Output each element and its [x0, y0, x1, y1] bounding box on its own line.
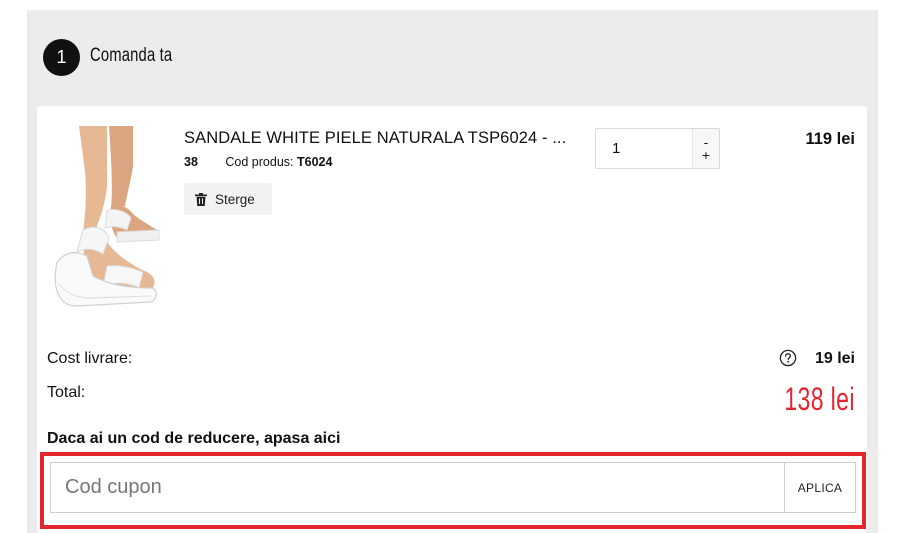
apply-coupon-button[interactable]: APLICA [784, 462, 856, 513]
question-circle-icon[interactable] [779, 349, 797, 367]
section-title: Comanda ta [90, 45, 173, 66]
product-size: 38 [184, 155, 198, 169]
quantity-controls: - + [692, 129, 719, 168]
product-image[interactable] [47, 126, 169, 311]
total-value: 138 lei [784, 381, 855, 417]
shipping-cost-value: 19 lei [814, 350, 855, 367]
shipping-cost-label: Cost livrare: [47, 350, 133, 367]
coupon-code-input[interactable] [50, 462, 785, 513]
delete-item-label: Sterge [215, 191, 255, 207]
quantity-input[interactable] [596, 129, 692, 168]
coupon-toggle-link[interactable]: Daca ai un cod de reducere, apasa aici [47, 430, 340, 448]
product-meta: 38 Cod produs: T6024 [184, 155, 332, 169]
total-label: Total: [47, 384, 86, 401]
step-number-badge: 1 [43, 39, 80, 76]
trash-icon [195, 192, 207, 206]
delete-item-button[interactable]: Sterge [184, 183, 272, 215]
step-number: 1 [56, 47, 67, 67]
product-code-label: Cod produs: [225, 155, 294, 169]
quantity-stepper: - + [595, 128, 720, 169]
quantity-increase-button[interactable]: + [702, 148, 710, 162]
product-code: T6024 [296, 155, 333, 169]
product-name[interactable]: SANDALE WHITE PIELE NATURALA TSP6024 - .… [184, 129, 584, 148]
item-price: 119 lei [805, 130, 855, 148]
